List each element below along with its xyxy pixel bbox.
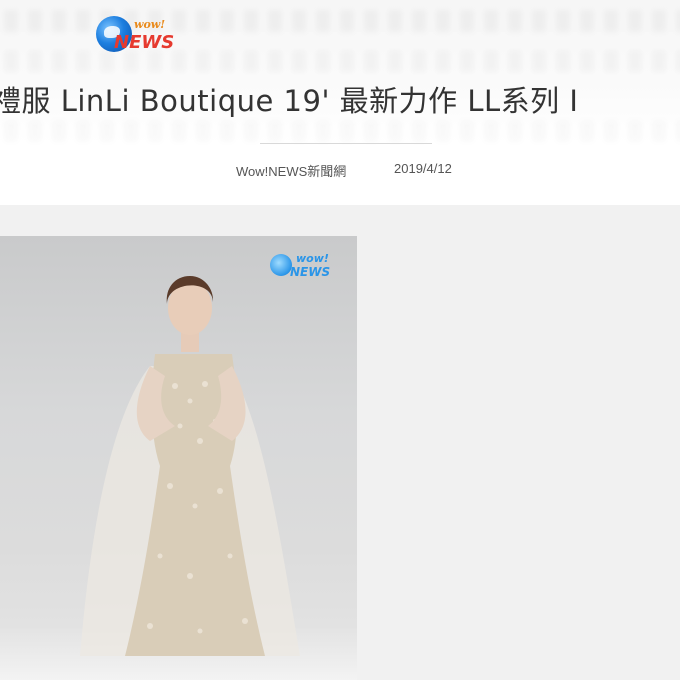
watermark-line2: NEWS [290,265,331,279]
photo-watermark: wow! NEWS [270,252,342,282]
article-photo[interactable]: wow! NEWS [0,236,357,680]
globe-icon [270,254,292,276]
article-header: wow! NEWS 禮服 LinLi Boutique 19' 最新力作 LL系… [0,0,680,205]
site-logo[interactable]: wow! NEWS [96,14,176,56]
blurred-background-text [0,120,680,142]
article-source[interactable]: Wow!NEWS新聞網 [236,161,346,180]
article-title: 禮服 LinLi Boutique 19' 最新力作 LL系列 I [0,84,579,118]
watermark-line1: wow! [296,252,329,265]
logo-small-text: wow! [134,18,166,31]
logo-big-text: NEWS [114,32,175,53]
article-date: 2019/4/12 [394,161,452,176]
title-divider [260,143,432,144]
gown-illustration [80,276,300,656]
